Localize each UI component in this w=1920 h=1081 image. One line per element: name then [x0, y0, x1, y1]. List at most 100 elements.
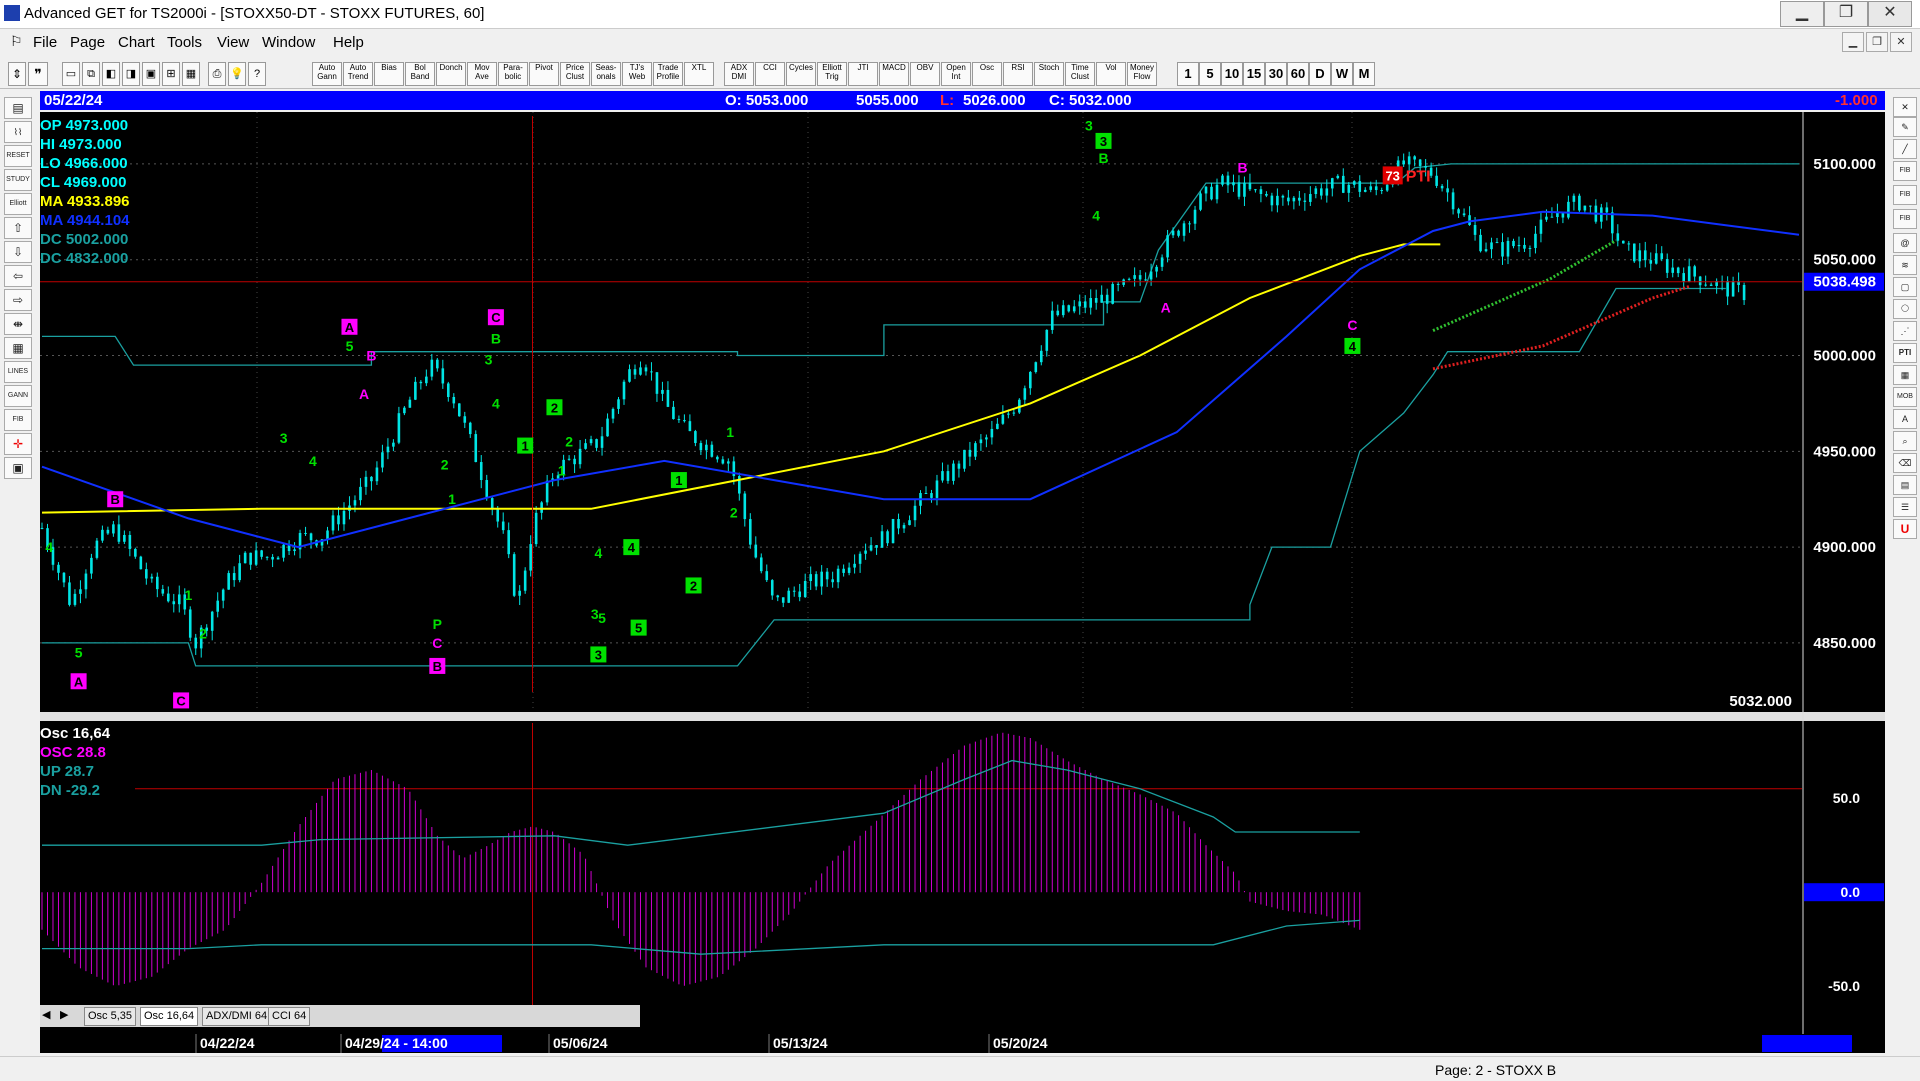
- period-button-15[interactable]: 15: [1243, 62, 1265, 86]
- tab-osc-5-35[interactable]: Osc 5,35: [84, 1007, 137, 1026]
- period-button-30[interactable]: 30: [1265, 62, 1287, 86]
- open-folder-icon[interactable]: ▤: [4, 97, 32, 119]
- period-button-60[interactable]: 60: [1287, 62, 1309, 86]
- study-button-20[interactable]: Open Int: [941, 62, 971, 86]
- camera-icon[interactable]: ▣: [4, 457, 32, 479]
- box-icon[interactable]: ▢: [1893, 277, 1917, 297]
- study-button-21[interactable]: Osc: [972, 62, 1002, 86]
- period-button-M[interactable]: M: [1353, 62, 1375, 86]
- mdi-minimize-button[interactable]: ▁: [1842, 32, 1864, 52]
- magnet-icon[interactable]: U: [1893, 519, 1917, 539]
- tab-scroll-right-icon[interactable]: ▶: [60, 1008, 68, 1021]
- lines-icon[interactable]: LINES: [4, 361, 32, 383]
- study-button-13[interactable]: ADX DMI: [724, 62, 754, 86]
- minimize-button[interactable]: ▁: [1780, 1, 1824, 27]
- magnifier-icon[interactable]: ⌕: [1893, 431, 1917, 451]
- mob-icon[interactable]: MOB: [1893, 387, 1917, 407]
- text-tool-icon[interactable]: A: [1893, 409, 1917, 429]
- menu-view[interactable]: View: [217, 34, 249, 51]
- study-button-3[interactable]: Bol Band: [405, 62, 435, 86]
- study-icon[interactable]: STUDY: [4, 169, 32, 191]
- period-button-W[interactable]: W: [1331, 62, 1353, 86]
- study-button-22[interactable]: RSI: [1003, 62, 1033, 86]
- chart-area[interactable]: 5100.000 5050.000 5000.000 4950.000 4900.000…: [40, 112, 1885, 1035]
- trendline-icon[interactable]: ╱: [1893, 139, 1917, 159]
- pencil-icon[interactable]: ✎: [1893, 117, 1917, 137]
- study-button-19[interactable]: OBV: [910, 62, 940, 86]
- pti-icon[interactable]: PTI: [1893, 343, 1917, 363]
- study-button-11[interactable]: Trade Profile: [653, 62, 683, 86]
- tab-osc-16-64[interactable]: Osc 16,64: [140, 1007, 199, 1026]
- study-button-25[interactable]: Vol: [1096, 62, 1126, 86]
- template-icon[interactable]: ▤: [1893, 475, 1917, 495]
- arrow-left-icon[interactable]: ◧: [102, 62, 120, 86]
- menu-page[interactable]: Page: [70, 34, 105, 51]
- mdi-restore-button[interactable]: ❐: [1866, 32, 1888, 52]
- channel-icon[interactable]: ⋰: [1893, 321, 1917, 341]
- fib-ext-icon[interactable]: FIB: [1893, 185, 1917, 205]
- cross-icon[interactable]: ✕: [1893, 97, 1917, 117]
- help-pointer-icon[interactable]: ?: [248, 62, 266, 86]
- tile-icon[interactable]: ⊞: [162, 62, 180, 86]
- reset-icon[interactable]: RESET: [4, 145, 32, 167]
- arrow-up-icon[interactable]: ⇧: [4, 217, 32, 239]
- menu-window[interactable]: Window: [262, 34, 315, 51]
- window-icon[interactable]: ▣: [142, 62, 160, 86]
- fib-ret-icon[interactable]: FIB: [1893, 161, 1917, 181]
- ruler-icon[interactable]: ▦: [4, 337, 32, 359]
- tab-scroll-left-icon[interactable]: ◀: [42, 1008, 50, 1021]
- elliott-icon[interactable]: Elliott: [4, 193, 32, 215]
- arrow-right-icon[interactable]: ◨: [122, 62, 140, 86]
- study-button-2[interactable]: Bias: [374, 62, 404, 86]
- crosshair-icon[interactable]: ✛: [4, 433, 32, 455]
- period-button-10[interactable]: 10: [1221, 62, 1243, 86]
- price-and-oscillator-chart[interactable]: 5100.000 5050.000 5000.000 4950.000 4900.000…: [40, 112, 1885, 1035]
- study-button-17[interactable]: JTI: [848, 62, 878, 86]
- study-button-1[interactable]: Auto Trend: [343, 62, 373, 86]
- menu-file[interactable]: File: [33, 34, 57, 51]
- menu-tools[interactable]: Tools: [167, 34, 202, 51]
- study-button-0[interactable]: Auto Gann: [312, 62, 342, 86]
- fan-icon[interactable]: ≋: [1893, 255, 1917, 275]
- arrow-right-icon[interactable]: ⇨: [4, 289, 32, 311]
- arrow-down-icon[interactable]: ⇩: [4, 241, 32, 263]
- period-button-5[interactable]: 5: [1199, 62, 1221, 86]
- study-button-14[interactable]: CCI: [755, 62, 785, 86]
- study-button-16[interactable]: Elliott Trig: [817, 62, 847, 86]
- grid-icon[interactable]: ▦: [182, 62, 200, 86]
- maximize-button[interactable]: ❐: [1824, 1, 1868, 27]
- print-icon[interactable]: ⎙: [208, 62, 226, 86]
- study-button-24[interactable]: Time Clust: [1065, 62, 1095, 86]
- new-page-icon[interactable]: ▭: [62, 62, 80, 86]
- study-button-9[interactable]: Seas-onals: [591, 62, 621, 86]
- grid-icon[interactable]: ▦: [1893, 365, 1917, 385]
- fib-icon[interactable]: FIB: [4, 409, 32, 431]
- study-button-12[interactable]: XTL: [684, 62, 714, 86]
- tab-cci-64[interactable]: CCI 64: [268, 1007, 311, 1026]
- study-button-23[interactable]: Stoch: [1034, 62, 1064, 86]
- mdi-close-button[interactable]: ✕: [1890, 32, 1912, 52]
- arrow-left-icon[interactable]: ⇦: [4, 265, 32, 287]
- study-button-4[interactable]: Donch: [436, 62, 466, 86]
- copy-icon[interactable]: ⧉: [82, 62, 100, 86]
- menu-help[interactable]: Help: [333, 34, 364, 51]
- fib-time-icon[interactable]: FIB: [1893, 209, 1917, 229]
- lightbulb-icon[interactable]: 💡: [228, 62, 246, 86]
- period-button-1[interactable]: 1: [1177, 62, 1199, 86]
- pattern-icon[interactable]: ⌇⌇: [4, 121, 32, 143]
- study-button-10[interactable]: TJ's Web: [622, 62, 652, 86]
- cursor-icon[interactable]: ⇕: [8, 62, 26, 86]
- spiral-icon[interactable]: @: [1893, 233, 1917, 253]
- gann-icon[interactable]: GANN: [4, 385, 32, 407]
- study-button-18[interactable]: MACD: [879, 62, 909, 86]
- study-button-15[interactable]: Cycles: [786, 62, 816, 86]
- quote-icon[interactable]: ❞: [28, 62, 48, 86]
- study-button-7[interactable]: Pivot: [529, 62, 559, 86]
- period-button-D[interactable]: D: [1309, 62, 1331, 86]
- zoom-fit-icon[interactable]: ⇼: [4, 313, 32, 335]
- study-button-5[interactable]: Mov Ave: [467, 62, 497, 86]
- eraser-icon[interactable]: ⌫: [1893, 453, 1917, 473]
- study-button-6[interactable]: Para-bolic: [498, 62, 528, 86]
- study-button-26[interactable]: Money Flow: [1127, 62, 1157, 86]
- close-button[interactable]: ✕: [1868, 1, 1912, 27]
